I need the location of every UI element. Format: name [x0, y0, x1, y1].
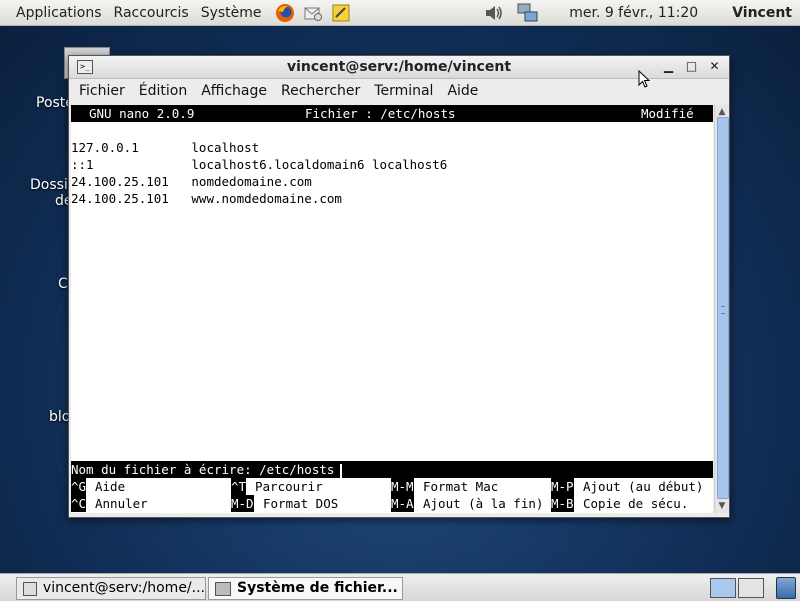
shortcut-label: Ajout (à la fin) [423, 496, 544, 511]
notes-icon[interactable] [330, 3, 352, 23]
shortcut-label: Annuler [95, 496, 148, 511]
terminal-icon: >_ [77, 60, 93, 74]
desktop-label-c[interactable]: C [58, 276, 68, 292]
systeme-menu[interactable]: Système [195, 5, 268, 21]
task-file-system[interactable]: Système de fichier... [208, 577, 403, 600]
shortcut-key: M-P [551, 478, 574, 495]
save-prompt[interactable]: Nom du fichier à écrire: /etc/hosts [71, 461, 713, 478]
save-prompt-text[interactable]: Nom du fichier à écrire: /etc/hosts [71, 462, 334, 477]
top-panel: Applications Raccourcis Système mer. 9 f… [0, 0, 800, 26]
text-cursor [340, 463, 343, 478]
menu-rechercher[interactable]: Rechercher [274, 83, 367, 99]
shortcut-label: Format DOS [263, 496, 339, 511]
menu-terminal[interactable]: Terminal [367, 83, 440, 99]
shortcut-key: M-D [231, 495, 254, 512]
nano-filename: Fichier : /etc/hosts [305, 106, 456, 121]
scroll-down-icon[interactable]: ▼ [715, 499, 729, 513]
task-terminal-label: vincent@serv:/home/... [42, 580, 205, 596]
shortcut-key: M-A [391, 495, 414, 512]
terminal-window: >_ vincent@serv:/home/vincent ▁ □ ✕ Fich… [68, 55, 730, 518]
nano-header: GNU nano 2.0.9 Fichier : /etc/hosts Modi… [71, 105, 713, 122]
shortcut-key: ^G [71, 478, 87, 495]
grip-icon [721, 306, 725, 314]
shortcut-label: Parcourir [255, 479, 323, 494]
window-title: vincent@serv:/home/vincent [286, 59, 512, 75]
shortcut-key: ^T [231, 478, 247, 495]
user-menu[interactable]: Vincent [732, 5, 792, 21]
shortcut-label: Format Mac [423, 479, 499, 494]
menu-aide[interactable]: Aide [440, 83, 485, 99]
file-line: 127.0.0.1 localhost [71, 140, 260, 155]
minimize-button[interactable]: ▁ [662, 59, 675, 73]
scrollbar-thumb[interactable] [717, 117, 729, 499]
folder-icon [215, 581, 231, 596]
network-icon[interactable] [517, 3, 539, 23]
volume-icon[interactable] [483, 3, 505, 23]
mail-icon[interactable] [302, 3, 324, 23]
shortcut-key: M-B [551, 495, 574, 512]
close-button[interactable]: ✕ [708, 59, 721, 73]
menu-fichier[interactable]: Fichier [69, 83, 132, 99]
trash-icon[interactable] [776, 577, 796, 599]
nano-version: GNU nano 2.0.9 [89, 106, 195, 121]
shortcut-label: Aide [95, 479, 126, 494]
workspace-1[interactable] [710, 578, 736, 598]
title-bar[interactable]: >_ vincent@serv:/home/vincent ▁ □ ✕ [69, 56, 729, 79]
applications-menu[interactable]: Applications [0, 5, 108, 21]
menu-bar: Fichier Édition Affichage Rechercher Ter… [69, 79, 729, 103]
mouse-pointer-icon [638, 70, 650, 88]
task-file-system-label: Système de fichier... [237, 580, 398, 596]
vertical-scrollbar[interactable]: ▲ ▼ [714, 105, 729, 513]
nano-modified-status: Modifié [641, 106, 694, 121]
shortcut-label: Copie de sécu. [583, 496, 689, 511]
raccourcis-menu[interactable]: Raccourcis [108, 5, 195, 21]
file-line: 24.100.25.101 nomdedomaine.com [71, 174, 312, 189]
workspace-2[interactable] [738, 578, 764, 598]
maximize-button[interactable]: □ [685, 59, 698, 73]
shortcut-label: Ajout (au début) [583, 479, 704, 494]
terminal-icon [23, 581, 37, 596]
shortcut-key: M-M [391, 478, 414, 495]
clock[interactable]: mer. 9 févr., 11:20 [569, 5, 698, 21]
bottom-panel: vincent@serv:/home/... Système de fichie… [0, 573, 800, 601]
menu-edition[interactable]: Édition [132, 83, 194, 99]
firefox-icon[interactable] [274, 3, 296, 23]
terminal-area[interactable]: GNU nano 2.0.9 Fichier : /etc/hosts Modi… [71, 105, 713, 513]
file-line: 24.100.25.101 www.nomdedomaine.com [71, 191, 342, 206]
shortcut-key: ^C [71, 495, 87, 512]
file-line: ::1 localhost6.localdomain6 localhost6 [71, 157, 448, 172]
task-terminal[interactable]: vincent@serv:/home/... [16, 577, 206, 600]
menu-affichage[interactable]: Affichage [194, 83, 274, 99]
